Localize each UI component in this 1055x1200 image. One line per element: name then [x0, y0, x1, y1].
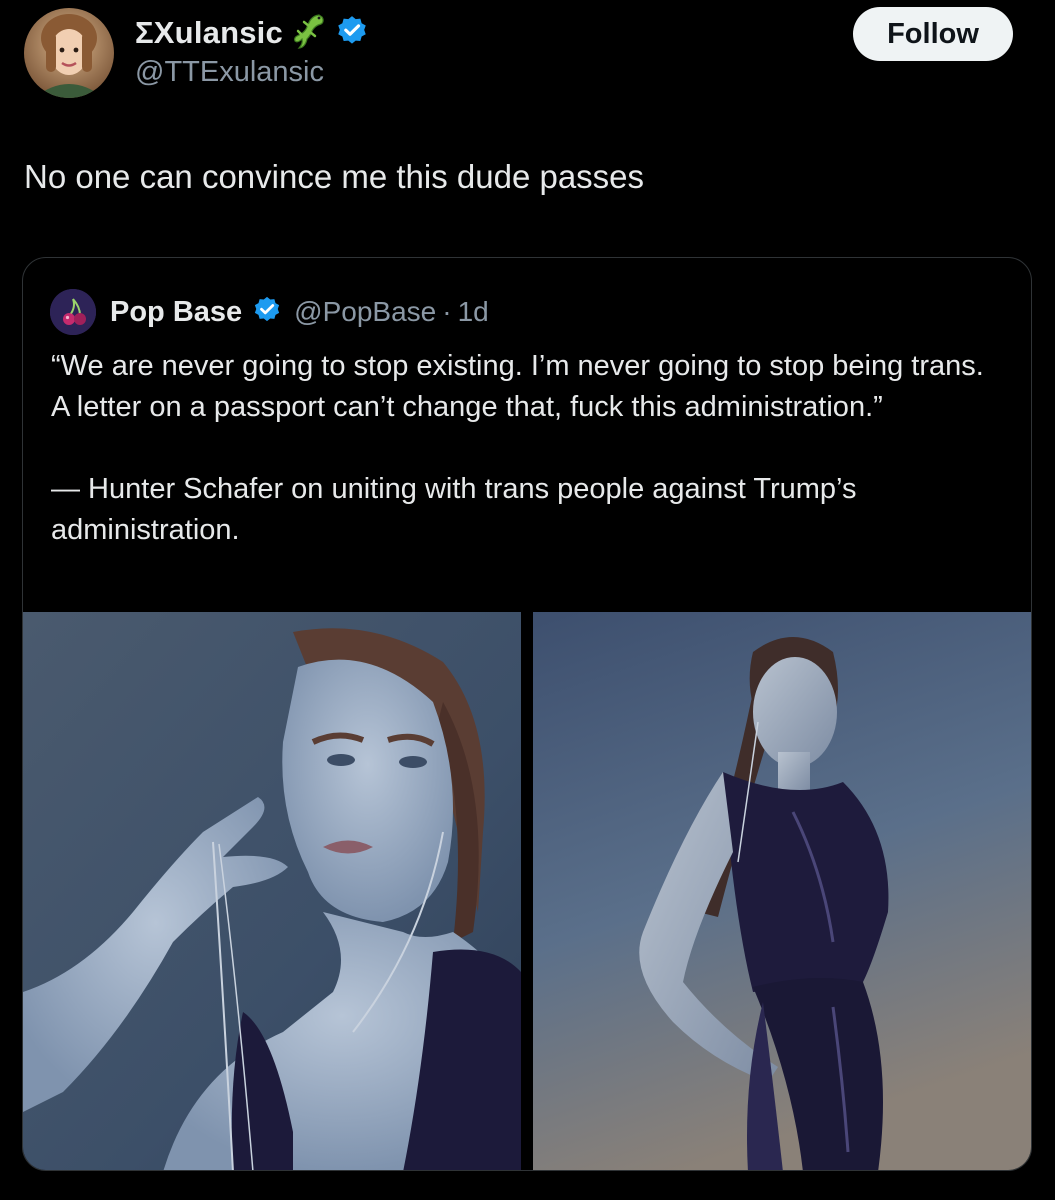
author-avatar[interactable] [24, 8, 114, 98]
author-display-name[interactable]: ΣXulansic [135, 15, 283, 51]
quoted-tweet-time[interactable]: 1d [458, 296, 489, 328]
quoted-tweet-card[interactable]: Pop Base @PopBase · 1d “We are never goi… [22, 257, 1032, 1171]
author-handle[interactable]: @TTExulansic [135, 56, 369, 89]
photo-portrait-fullbody [533, 612, 1031, 1170]
follow-button[interactable]: Follow [853, 7, 1013, 61]
quoted-author-handle[interactable]: @PopBase [294, 296, 436, 328]
tweet-text: No one can convince me this dude passes [24, 158, 645, 195]
lizard-icon [291, 12, 325, 55]
quoted-tweet-body: “We are never going to stop existing. I’… [51, 346, 1001, 551]
quote-text: “We are never going to stop existing. I’… [51, 350, 984, 423]
author-info: ΣXulansic @TTExulansic [135, 12, 369, 89]
media-photo-1[interactable] [23, 612, 521, 1170]
verified-badge-icon [335, 14, 369, 53]
handle-time-separator: · [442, 296, 452, 327]
quoted-tweet-header: Pop Base @PopBase · 1d [50, 288, 489, 336]
avatar-image [24, 8, 114, 98]
media-photo-2[interactable] [533, 612, 1031, 1170]
quoted-author-name[interactable]: Pop Base [110, 296, 242, 329]
cherry-logo-icon [50, 289, 96, 335]
photo-portrait-closeup [23, 612, 521, 1170]
author-name-row: ΣXulansic [135, 12, 369, 54]
quoted-author-avatar[interactable] [50, 289, 96, 335]
quoted-verified-badge-icon [252, 295, 282, 330]
quote-attribution: — Hunter Schafer on uniting with trans p… [51, 473, 857, 546]
